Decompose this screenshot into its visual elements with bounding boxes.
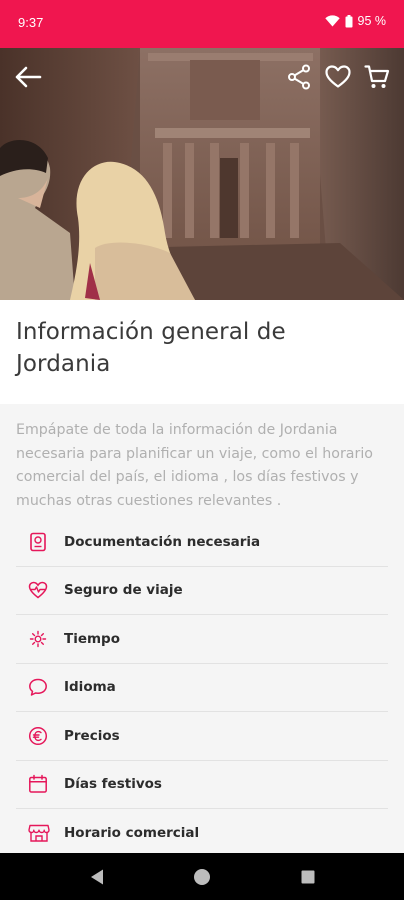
menu-label: Documentación necesaria [64, 533, 261, 550]
hero-image [0, 48, 404, 300]
system-nav-bar [0, 853, 404, 900]
status-indicators: 95 % [324, 14, 387, 28]
page-title: Información general de Jordania [16, 319, 286, 377]
intro-text: Empápate de toda la información de Jorda… [16, 422, 373, 509]
wifi-icon [324, 15, 340, 27]
menu-label: Días festivos [64, 776, 162, 793]
back-arrow-icon[interactable] [13, 62, 43, 92]
info-menu: Documentación necesaria Seguro de viaje … [16, 518, 388, 858]
menu-label: Horario comercial [64, 825, 200, 842]
menu-label: Idioma [64, 679, 116, 696]
menu-item-seguro[interactable]: Seguro de viaje [16, 567, 388, 615]
menu-item-horario[interactable]: Horario comercial [16, 809, 388, 858]
back-triangle-icon[interactable] [86, 867, 108, 887]
status-time: 9:37 [18, 15, 44, 30]
status-bar: 9:37 95 % [0, 0, 404, 48]
battery-percentage: 95 % [357, 14, 387, 28]
calendar-icon [16, 761, 64, 809]
heart-icon[interactable] [323, 62, 353, 92]
menu-item-festivos[interactable]: Días festivos [16, 761, 388, 809]
speech-bubble-icon [16, 664, 64, 712]
cart-icon[interactable] [362, 62, 392, 92]
title-block: Información general de Jordania [0, 300, 404, 404]
home-circle-icon[interactable] [191, 867, 213, 887]
recents-square-icon[interactable] [297, 867, 319, 887]
euro-icon [16, 712, 64, 760]
share-icon[interactable] [284, 62, 314, 92]
battery-icon [345, 14, 353, 28]
heartbeat-icon [16, 567, 64, 615]
passport-icon [16, 518, 64, 566]
store-icon [16, 809, 64, 858]
menu-label: Seguro de viaje [64, 582, 183, 599]
menu-label: Precios [64, 727, 120, 744]
menu-item-precios[interactable]: Precios [16, 712, 388, 761]
menu-item-tiempo[interactable]: Tiempo [16, 615, 388, 664]
sun-icon [16, 615, 64, 663]
menu-item-idioma[interactable]: Idioma [16, 664, 388, 712]
menu-item-documentacion[interactable]: Documentación necesaria [16, 518, 388, 567]
menu-label: Tiempo [64, 630, 120, 647]
